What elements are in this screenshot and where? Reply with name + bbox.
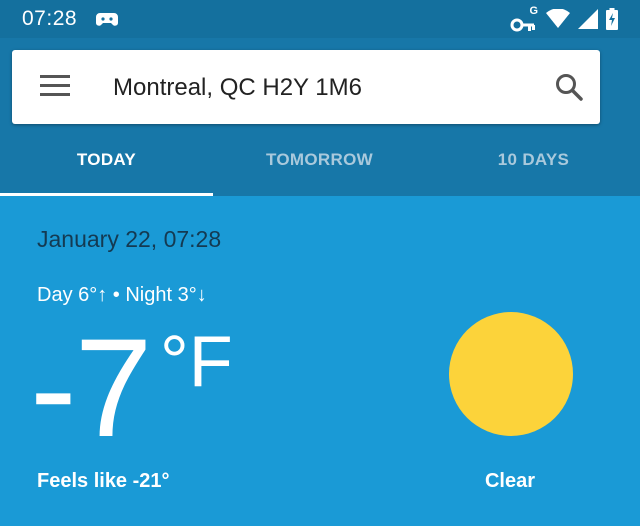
- tab-today-label: TODAY: [76, 150, 137, 169]
- cell-signal-icon: [578, 9, 598, 34]
- weather-condition: Clear: [484, 470, 536, 492]
- location-search-bar[interactable]: Montreal, QC H2Y 1M6: [12, 50, 600, 124]
- app-bar: Montreal, QC H2Y 1M6 TODAY TOMORROW 10 D…: [0, 38, 640, 196]
- temperature-unit: °F: [160, 322, 233, 402]
- tab-bar: TODAY TOMORROW 10 DAYS: [0, 138, 640, 196]
- feels-like: Feels like -21°: [37, 470, 170, 492]
- tab-10-days[interactable]: 10 DAYS: [427, 138, 640, 196]
- tab-tomorrow-label: TOMORROW: [266, 150, 373, 169]
- status-bar: 07:28 G: [0, 0, 640, 38]
- sun-icon: [449, 312, 573, 436]
- location-text[interactable]: Montreal, QC H2Y 1M6: [113, 74, 362, 102]
- current-weather-panel: January 22, 07:28 Day 6°↑ • Night 3°↓ -7…: [0, 196, 640, 526]
- date-time: January 22, 07:28: [37, 226, 222, 252]
- wifi-icon: [546, 8, 570, 34]
- battery-charging-icon: [606, 8, 618, 35]
- tab-today[interactable]: TODAY: [0, 138, 213, 196]
- tab-tomorrow[interactable]: TOMORROW: [213, 138, 426, 196]
- temperature-value: -7: [30, 309, 152, 466]
- search-icon[interactable]: [554, 72, 584, 102]
- game-controller-icon: [96, 9, 118, 34]
- status-time: 07:28: [22, 7, 78, 30]
- tab-10-days-label: 10 DAYS: [497, 150, 570, 169]
- day-night-temps: Day 6°↑ • Night 3°↓: [37, 284, 207, 306]
- vpn-badge: G: [529, 4, 538, 17]
- menu-icon[interactable]: [40, 75, 70, 99]
- vpn-key-icon: G: [510, 5, 538, 33]
